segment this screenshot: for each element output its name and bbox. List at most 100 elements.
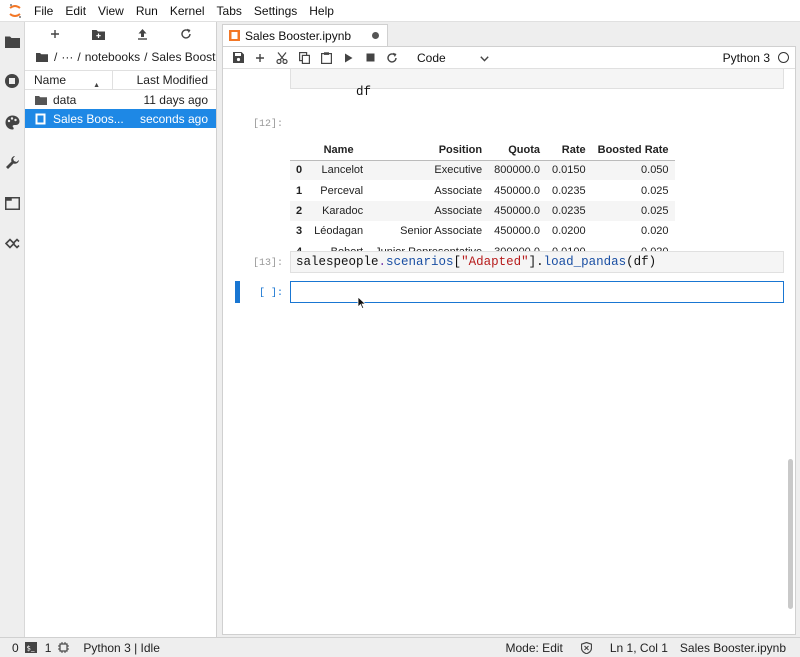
code-cell-input[interactable]: salespeople.scenarios["Adapted"].load_pa…: [290, 251, 784, 273]
menu-kernel[interactable]: Kernel: [164, 0, 211, 22]
output-prompt: [12]:: [252, 119, 283, 130]
interrupt-button[interactable]: [359, 48, 381, 68]
refresh-button[interactable]: [176, 24, 196, 44]
notebook-icon: [229, 30, 240, 41]
shield-icon[interactable]: [580, 641, 592, 654]
current-filename: Sales Booster.ipynb: [680, 641, 786, 655]
folder-icon[interactable]: [36, 52, 48, 62]
table-index: 0: [290, 160, 309, 181]
terminals-count[interactable]: 0 $_: [12, 641, 37, 655]
cursor-position[interactable]: Ln 1, Col 1: [610, 641, 668, 655]
table-cell: 800000.0: [488, 160, 546, 181]
menu-help[interactable]: Help: [303, 0, 340, 22]
folder-icon: [35, 94, 47, 106]
restart-kernel-button[interactable]: [381, 48, 403, 68]
breadcrumb-sales-booster[interactable]: Sales Booster: [151, 50, 216, 64]
code-token: (df): [626, 255, 657, 269]
table-cell: 0.020: [641, 225, 669, 238]
breadcrumb: / ··· / notebooks / Sales Booster /: [25, 46, 216, 68]
table-row: 0 Lancelot Executive 800000.0 0.0150 0.0…: [290, 160, 675, 181]
file-browser-toolbar: [25, 22, 216, 46]
main-area: Sales Booster.ipynb Code Python 3 df [12…: [218, 22, 800, 637]
input-prompt: [13]:: [252, 258, 283, 269]
kernels-count[interactable]: 1: [45, 641, 70, 655]
table-cell: Karadoc: [308, 200, 370, 222]
upload-button[interactable]: [132, 24, 152, 44]
run-button[interactable]: [337, 48, 359, 68]
file-name: Sales Boos...: [53, 111, 124, 126]
table-header-row: Name Position Quota Rate Boosted Rate: [290, 140, 675, 161]
table-header-cell: Rate: [545, 140, 592, 161]
code-text: df: [356, 85, 372, 99]
cell-type-dropdown[interactable]: Code: [417, 51, 489, 65]
menu-run[interactable]: Run: [130, 0, 164, 22]
code-token: "Adapted": [461, 255, 529, 269]
menu-tabs[interactable]: Tabs: [211, 0, 248, 22]
kernel-status-text: Python 3 | Idle: [83, 640, 160, 655]
extension-icon[interactable]: [3, 234, 21, 252]
breadcrumb-sep: /: [54, 50, 58, 64]
kernels-count-value: 1: [44, 640, 52, 655]
cut-button[interactable]: [271, 48, 293, 68]
column-modified-header[interactable]: Last Modified: [113, 71, 216, 89]
new-folder-button[interactable]: [89, 24, 109, 44]
menu-edit[interactable]: Edit: [59, 0, 92, 22]
table-cell: Senior Associate: [400, 225, 483, 238]
column-name-header[interactable]: Name ▲: [25, 71, 113, 89]
menubar: File Edit View Run Kernel Tabs Settings …: [0, 0, 800, 22]
jupyter-logo-icon: [4, 0, 26, 22]
file-modified: 11 days ago: [143, 92, 209, 107]
code-token: salespeople: [296, 255, 379, 269]
notebook-cells: df [12]: Name Position Quota Rate Booste…: [223, 69, 795, 634]
file-modified: seconds ago: [139, 111, 208, 126]
status-bar: 0 $_ 1 Python 3 | Idle Mode: Edit Ln 1, …: [0, 637, 800, 657]
table-cell: 0.0200: [551, 225, 586, 238]
terminal-icon: $_: [24, 642, 37, 654]
cursor-position-text: Ln 1, Col 1: [609, 640, 668, 655]
kernel-status[interactable]: Python 3 | Idle: [83, 641, 160, 655]
table-cell: Léodagan: [314, 225, 364, 238]
column-modified-label: Last Modified: [136, 73, 208, 87]
menu-file[interactable]: File: [28, 0, 59, 22]
notebook-panel: Code Python 3 df [12]: Name Position Quo…: [222, 46, 796, 635]
kernel-status-icon: [778, 52, 789, 63]
copy-button[interactable]: [293, 48, 315, 68]
tab-label: Sales Booster.ipynb: [245, 28, 352, 43]
unsaved-dot-icon[interactable]: [372, 32, 379, 39]
breadcrumb-notebooks[interactable]: notebooks: [85, 50, 140, 64]
kernel-name[interactable]: Python 3: [723, 51, 770, 65]
table-cell: Associate: [369, 200, 489, 222]
breadcrumb-ellipsis[interactable]: ···: [61, 50, 73, 64]
file-row-sales-booster[interactable]: Sales Boos... seconds ago: [25, 109, 216, 128]
wrench-icon[interactable]: [3, 153, 21, 171]
file-list-header: Name ▲ Last Modified: [25, 70, 216, 90]
scrollbar-thumb[interactable]: [788, 459, 793, 609]
table-row: 1 Perceval Associate 450000.0 0.0235 0.0…: [290, 180, 675, 200]
code-cell-input[interactable]: df: [290, 69, 784, 99]
menu-view[interactable]: View: [92, 0, 130, 22]
code-token: [: [453, 255, 462, 269]
terminals-count-value: 0: [12, 640, 19, 655]
cpu-icon: [57, 642, 69, 654]
file-row-data[interactable]: data 11 days ago: [25, 90, 216, 109]
tab-sales-booster[interactable]: Sales Booster.ipynb: [222, 24, 388, 46]
save-button[interactable]: [227, 48, 249, 68]
table-cell: Associate: [434, 184, 483, 197]
table-cell: 0.050: [591, 160, 675, 181]
table-cell: 0.025: [641, 184, 669, 197]
code-token: .: [378, 255, 387, 269]
running-kernels-icon[interactable]: [3, 72, 21, 90]
table-header-cell: Boosted Rate: [591, 140, 675, 161]
tabs-icon[interactable]: [3, 194, 21, 212]
menu-settings[interactable]: Settings: [248, 0, 303, 22]
insert-cell-button[interactable]: [249, 48, 271, 68]
folder-icon[interactable]: [3, 32, 21, 50]
table-cell: 450000.0: [494, 184, 540, 197]
notebook-toolbar: Code Python 3: [223, 47, 795, 69]
current-filename-text: Sales Booster.ipynb: [679, 640, 786, 655]
new-launcher-button[interactable]: [45, 24, 65, 44]
table-index: 3: [296, 225, 303, 238]
palette-icon[interactable]: [3, 113, 21, 131]
sort-ascending-icon: ▲: [93, 82, 100, 89]
paste-button[interactable]: [315, 48, 337, 68]
